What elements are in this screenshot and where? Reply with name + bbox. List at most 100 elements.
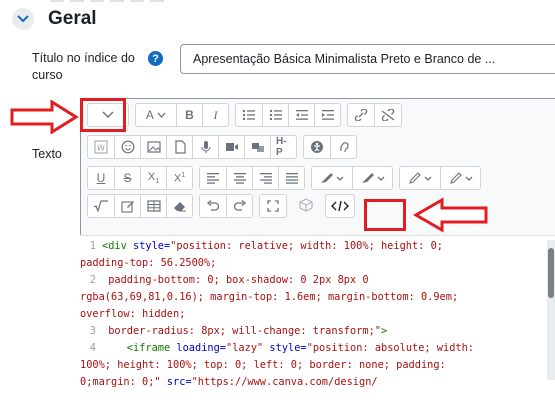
toolbar-row-1: A B I: [87, 103, 408, 127]
html-source-button[interactable]: [326, 195, 354, 217]
table-icon: [146, 200, 161, 212]
marker-icon: [409, 172, 432, 184]
unordered-list-button[interactable]: [236, 104, 262, 126]
toolbar-row-3: U S X1 X1: [87, 166, 487, 190]
screenreader-helper-button[interactable]: [330, 136, 356, 158]
title-input[interactable]: Apresentação Básica Minimalista Preto e …: [180, 44, 555, 74]
toolbar-row-4: [87, 194, 361, 218]
code-token: src=: [166, 376, 192, 388]
collapse-chevron-icon[interactable]: [12, 8, 34, 30]
section-header[interactable]: Geral: [12, 8, 97, 30]
strikethrough-icon: S: [123, 171, 132, 185]
align-left-button[interactable]: [200, 167, 226, 189]
video-button[interactable]: [218, 136, 244, 158]
emoji-button[interactable]: [114, 136, 140, 158]
file-button[interactable]: [166, 136, 192, 158]
accessibility-checker-button[interactable]: [304, 136, 330, 158]
equation-button[interactable]: [88, 195, 114, 217]
code-line-1-wrap: padding-top: 56.2500%;: [80, 255, 216, 271]
align-right-button[interactable]: [252, 167, 278, 189]
highlight-color-2-button[interactable]: [440, 167, 480, 189]
link-icon: [354, 109, 368, 121]
underline-icon: U: [96, 171, 106, 185]
align-justify-icon: [285, 173, 298, 184]
table-button[interactable]: [140, 195, 166, 217]
text-field-label: Texto: [32, 147, 62, 161]
video-icon: [225, 143, 238, 151]
help-icon[interactable]: ?: [148, 51, 163, 66]
strikethrough-button[interactable]: S: [114, 167, 140, 189]
code-token: padding-top: 56.2500%;: [80, 257, 217, 269]
h5p-label: H-P: [276, 136, 287, 158]
code-line-4-wrap-2: 0;margin: 0;" src="https://www.canva.com…: [80, 374, 378, 390]
paragraph-label: A: [145, 108, 154, 122]
align-center-icon: [233, 173, 246, 184]
expand-icon: [267, 200, 279, 212]
clear-formatting-button[interactable]: [166, 195, 192, 217]
code-token: loading=: [176, 342, 227, 354]
word-paste-button[interactable]: W: [88, 136, 114, 158]
code-token: border-radius: 8px; will-change: transfo…: [102, 325, 381, 337]
section-title: Geral: [48, 8, 97, 29]
bold-button[interactable]: B: [176, 104, 202, 126]
audio-button[interactable]: [192, 136, 218, 158]
text-color-button[interactable]: [312, 167, 352, 189]
code-line-4-wrap-1: 100%; height: 100%; top: 0; left: 0; bor…: [80, 357, 446, 373]
redo-button[interactable]: [226, 195, 252, 217]
code-line-2-wrap-1: rgba(63,69,81,0.16); margin-top: 1.6em; …: [80, 289, 458, 305]
emoji-icon: [121, 140, 134, 154]
link-button[interactable]: [348, 104, 374, 126]
fullscreen-button[interactable]: [260, 195, 286, 217]
line-number: 4: [89, 342, 96, 354]
code-scrollbar-thumb[interactable]: [548, 248, 554, 298]
code-token: style=: [133, 240, 171, 252]
underline-button[interactable]: U: [88, 167, 114, 189]
svg-text:W: W: [97, 144, 105, 153]
code-token: padding-bottom: 0; box-shadow: 0 2px 8px…: [102, 274, 369, 286]
numbered-list-icon: [269, 110, 282, 120]
marker-icon: [449, 172, 472, 184]
image-icon: [146, 141, 161, 153]
code-token: rgba(63,69,81,0.16); margin-top: 1.6em; …: [80, 291, 459, 303]
code-line-1: 1 <div style="position: relative; width: …: [80, 238, 443, 254]
ordered-list-button[interactable]: [262, 104, 288, 126]
code-token: 100%; height: 100%; top: 0; left: 0; bor…: [80, 359, 446, 371]
toolbar-toggle-button[interactable]: [88, 104, 128, 126]
accessibility-icon: [311, 141, 323, 153]
word-icon: W: [94, 140, 108, 154]
toolbar-row-2: W H-P: [87, 135, 363, 159]
outdent-button[interactable]: [288, 104, 314, 126]
align-justify-button[interactable]: [278, 167, 304, 189]
brush-icon: [361, 173, 384, 183]
background-color-button[interactable]: [352, 167, 392, 189]
brush-icon: [321, 173, 344, 183]
arrow-right-annotation-icon: [10, 100, 79, 134]
h5p-button[interactable]: H-P: [270, 136, 296, 158]
undo-button[interactable]: [200, 195, 226, 217]
pencil-square-icon: [120, 201, 134, 213]
line-number: 2: [89, 274, 96, 286]
code-token: "lazy": [226, 342, 270, 354]
square-root-icon: [93, 200, 108, 212]
code-token: "position: absolute; width:: [306, 342, 475, 354]
align-center-button[interactable]: [226, 167, 252, 189]
superscript-button[interactable]: X1: [166, 167, 192, 189]
paragraph-style-button[interactable]: A: [136, 104, 176, 126]
media-button[interactable]: [244, 136, 270, 158]
subscript-button[interactable]: X1: [140, 167, 166, 189]
edit-button[interactable]: [114, 195, 140, 217]
indent-button[interactable]: [314, 104, 340, 126]
align-left-icon: [207, 173, 219, 184]
html-code-view[interactable]: 1 <div style="position: relative; width: …: [80, 235, 555, 400]
manage-files-button[interactable]: [293, 194, 319, 216]
undo-icon: [206, 200, 220, 211]
italic-button[interactable]: I: [202, 104, 228, 126]
unlink-button[interactable]: [374, 104, 401, 126]
code-token: style=: [269, 342, 307, 354]
image-button[interactable]: [140, 136, 166, 158]
title-field-label: Título no índice do curso: [32, 51, 135, 82]
line-number: 3: [89, 325, 96, 337]
file-icon: [174, 140, 186, 154]
highlight-color-button[interactable]: [400, 167, 440, 189]
cropped-heading-fragment: [50, 0, 170, 2]
